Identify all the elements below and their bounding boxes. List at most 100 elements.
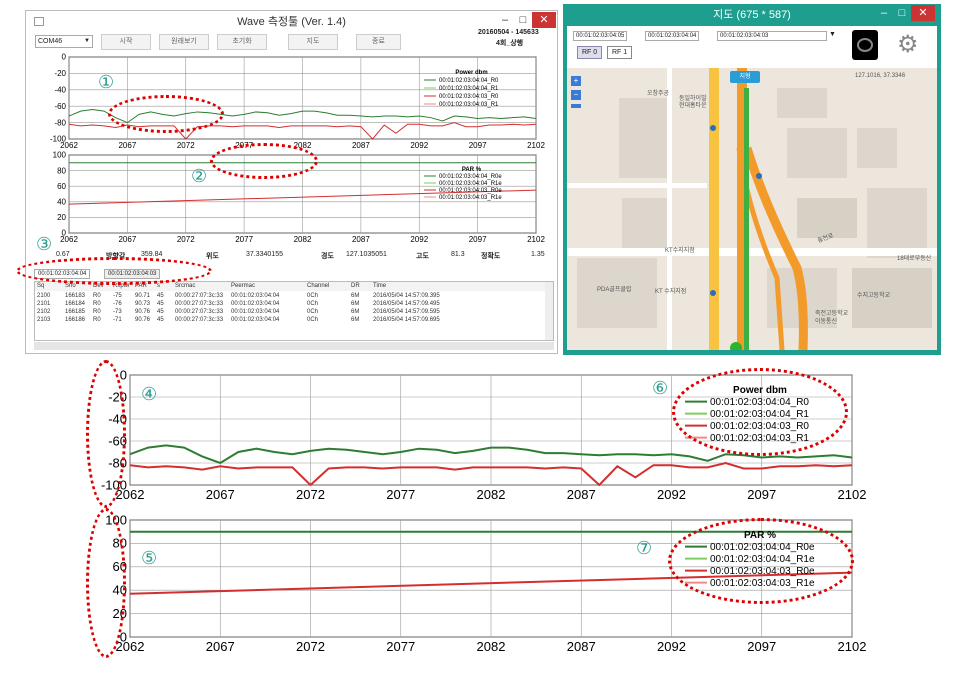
table-header-cell[interactable]: DR <box>351 283 360 289</box>
chart-title: PAR % <box>462 167 482 173</box>
table-row[interactable]: 2102 166185 R0 -73 90.76 45 00:00:27:07:3c:33 0… <box>35 309 545 317</box>
rf1-button[interactable]: RF 1 <box>607 46 633 59</box>
highlight-ellipse-7 <box>668 518 854 604</box>
x-tick-label: 2102 <box>527 235 545 244</box>
y-tick-label: 20 <box>57 213 66 222</box>
horizontal-scrollbar[interactable] <box>34 342 554 350</box>
map-maximize-icon[interactable]: □ <box>893 5 911 21</box>
highlight-ellipse-5 <box>86 508 126 658</box>
legend-entry: 00:01:02:03:04:03_R0e <box>439 188 502 194</box>
table-cell: 2016/05/04 14:57:09.695 <box>373 317 440 323</box>
table-cell: 90.73 <box>135 301 151 307</box>
table-cell: -76 <box>113 301 122 307</box>
y-tick-label: 0 <box>120 367 127 382</box>
table-cell: 6M <box>351 309 360 315</box>
maximize-icon[interactable]: □ <box>514 12 532 28</box>
x-tick-label: 2067 <box>206 487 235 502</box>
y-tick-label: -60 <box>54 102 66 111</box>
map-label: 오창주공 <box>647 91 670 97</box>
table-header-cell[interactable]: Time <box>373 283 386 289</box>
table-cell: 00:00:27:07:3c:33 <box>175 301 224 307</box>
annotation-marker-1: ① <box>98 72 115 92</box>
annotation-marker-7: ⑦ <box>636 538 653 558</box>
chart-title: Power dbm <box>455 70 487 76</box>
terrain-toggle[interactable]: 지형 <box>730 71 760 83</box>
table-cell: 45 <box>157 301 164 307</box>
x-tick-label: 2092 <box>657 639 686 654</box>
device-id-field-3[interactable]: 00:01:02:03:04:03 <box>717 31 827 41</box>
map-close-icon[interactable]: ✕ <box>911 5 935 21</box>
table-header-cell[interactable]: Peermac <box>231 283 255 289</box>
gear-icon[interactable]: ⚙ <box>897 30 919 59</box>
small-power-chart: 0-20-40-60-80-1002062 2067 2072 2077 2082 208… <box>50 53 545 150</box>
close-icon[interactable]: ✕ <box>532 12 556 28</box>
dropdown-arrow-icon[interactable]: ▼ <box>829 31 836 38</box>
table-cell: -71 <box>113 317 122 323</box>
annotation-marker-3: ③ <box>36 234 53 254</box>
zoom-out-button[interactable]: − <box>571 90 581 100</box>
table-cell: 90.71 <box>135 293 151 299</box>
latitude-value: 37.3340155 <box>246 251 283 258</box>
y-tick-label: 0 <box>62 53 67 62</box>
table-header-cell[interactable]: Srcmac <box>175 283 195 289</box>
vertical-scrollbar[interactable] <box>545 282 553 340</box>
table-cell: -73 <box>113 309 122 315</box>
camera-button[interactable] <box>852 30 878 60</box>
accuracy-value: 1.35 <box>531 251 545 258</box>
table-row[interactable]: 2103 166186 R0 -71 90.76 45 00:00:27:07:3c:33 0… <box>35 317 545 325</box>
y-tick-label: -40 <box>54 85 66 94</box>
table-row[interactable]: 2100 166183 R0 -75 90.71 45 00:00:27:07:3c:33 0… <box>35 293 545 301</box>
latitude-label: 위도 <box>206 253 219 260</box>
x-tick-label: 2067 <box>118 235 136 244</box>
x-tick-label: 2062 <box>60 235 78 244</box>
map-window: 지도 (675 * 587) – □ ✕ 00:01:02:03:04:05 0… <box>563 4 941 355</box>
table-cell: 45 <box>157 317 164 323</box>
annotation-marker-6: ⑥ <box>652 378 669 398</box>
minimize-icon[interactable]: – <box>496 12 514 28</box>
table-cell: 00:01:02:03:04:04 <box>231 293 280 299</box>
x-tick-label: 2072 <box>296 487 325 502</box>
zoom-in-button[interactable]: + <box>571 76 581 86</box>
map-toolbar: 00:01:02:03:04:05 00:01:02:03:04:04 00:0… <box>567 26 937 68</box>
table-header-cell[interactable]: Channel <box>307 283 329 289</box>
table-cell: 6M <box>351 317 360 323</box>
legend-entry: 00:01:02:03:04:04_R0 <box>439 78 499 84</box>
table-cell: 0Ch <box>307 293 319 299</box>
accuracy-label: 정확도 <box>481 253 501 260</box>
device-id-field-2[interactable]: 00:01:02:03:04:04 <box>645 31 700 41</box>
map-label: 이동통신 <box>815 319 838 325</box>
table-cell: 00:00:27:07:3c:33 <box>175 317 224 323</box>
x-tick-label: 2087 <box>567 487 596 502</box>
legend-entry: 00:01:02:03:04:04_R1e <box>439 181 502 187</box>
table-cell: 90.76 <box>135 317 151 323</box>
x-tick-label: 2062 <box>116 487 145 502</box>
highlight-ellipse-2 <box>210 143 318 179</box>
window-title: Wave 측정툴 (Ver. 1.4) <box>237 16 346 28</box>
y-tick-label: 60 <box>57 182 66 191</box>
table-cell: 2100 <box>37 293 51 299</box>
legend-entry: 00:01:02:03:04:03_R0 <box>439 94 499 100</box>
table-header-cell[interactable]: s <box>157 283 160 289</box>
x-tick-label: 2092 <box>410 235 428 244</box>
map-canvas[interactable]: 지형 + − 127.1016, 37.3346 오창주공 동일하이빌 현대홈타… <box>567 68 937 350</box>
table-cell: 00:01:02:03:04:04 <box>231 309 280 315</box>
device-id-field-1[interactable]: 00:01:02:03:04:05 <box>573 31 628 41</box>
table-cell: 6M <box>351 301 360 307</box>
table-cell: -75 <box>113 293 122 299</box>
table-cell: 2101 <box>37 301 51 307</box>
table-header-cell[interactable]: Sno <box>65 283 76 289</box>
annotation-marker-2: ② <box>191 166 208 186</box>
map-minimize-icon[interactable]: – <box>875 5 893 21</box>
table-cell: 166186 <box>65 317 86 323</box>
table-cell: 166184 <box>65 301 86 307</box>
longitude-label: 경도 <box>321 253 334 260</box>
zoom-bar[interactable] <box>571 104 581 108</box>
rf0-button[interactable]: RF 0 <box>577 46 603 59</box>
table-header-cell[interactable]: Sq <box>37 283 44 289</box>
altitude-value: 81.3 <box>451 251 465 258</box>
highlight-ellipse-6 <box>672 368 848 456</box>
map-graphics <box>567 68 937 350</box>
table-cell: 45 <box>157 293 164 299</box>
x-tick-label: 2082 <box>477 639 506 654</box>
table-row[interactable]: 2101 166184 R0 -76 90.73 45 00:00:27:07:3c:33 0… <box>35 301 545 309</box>
